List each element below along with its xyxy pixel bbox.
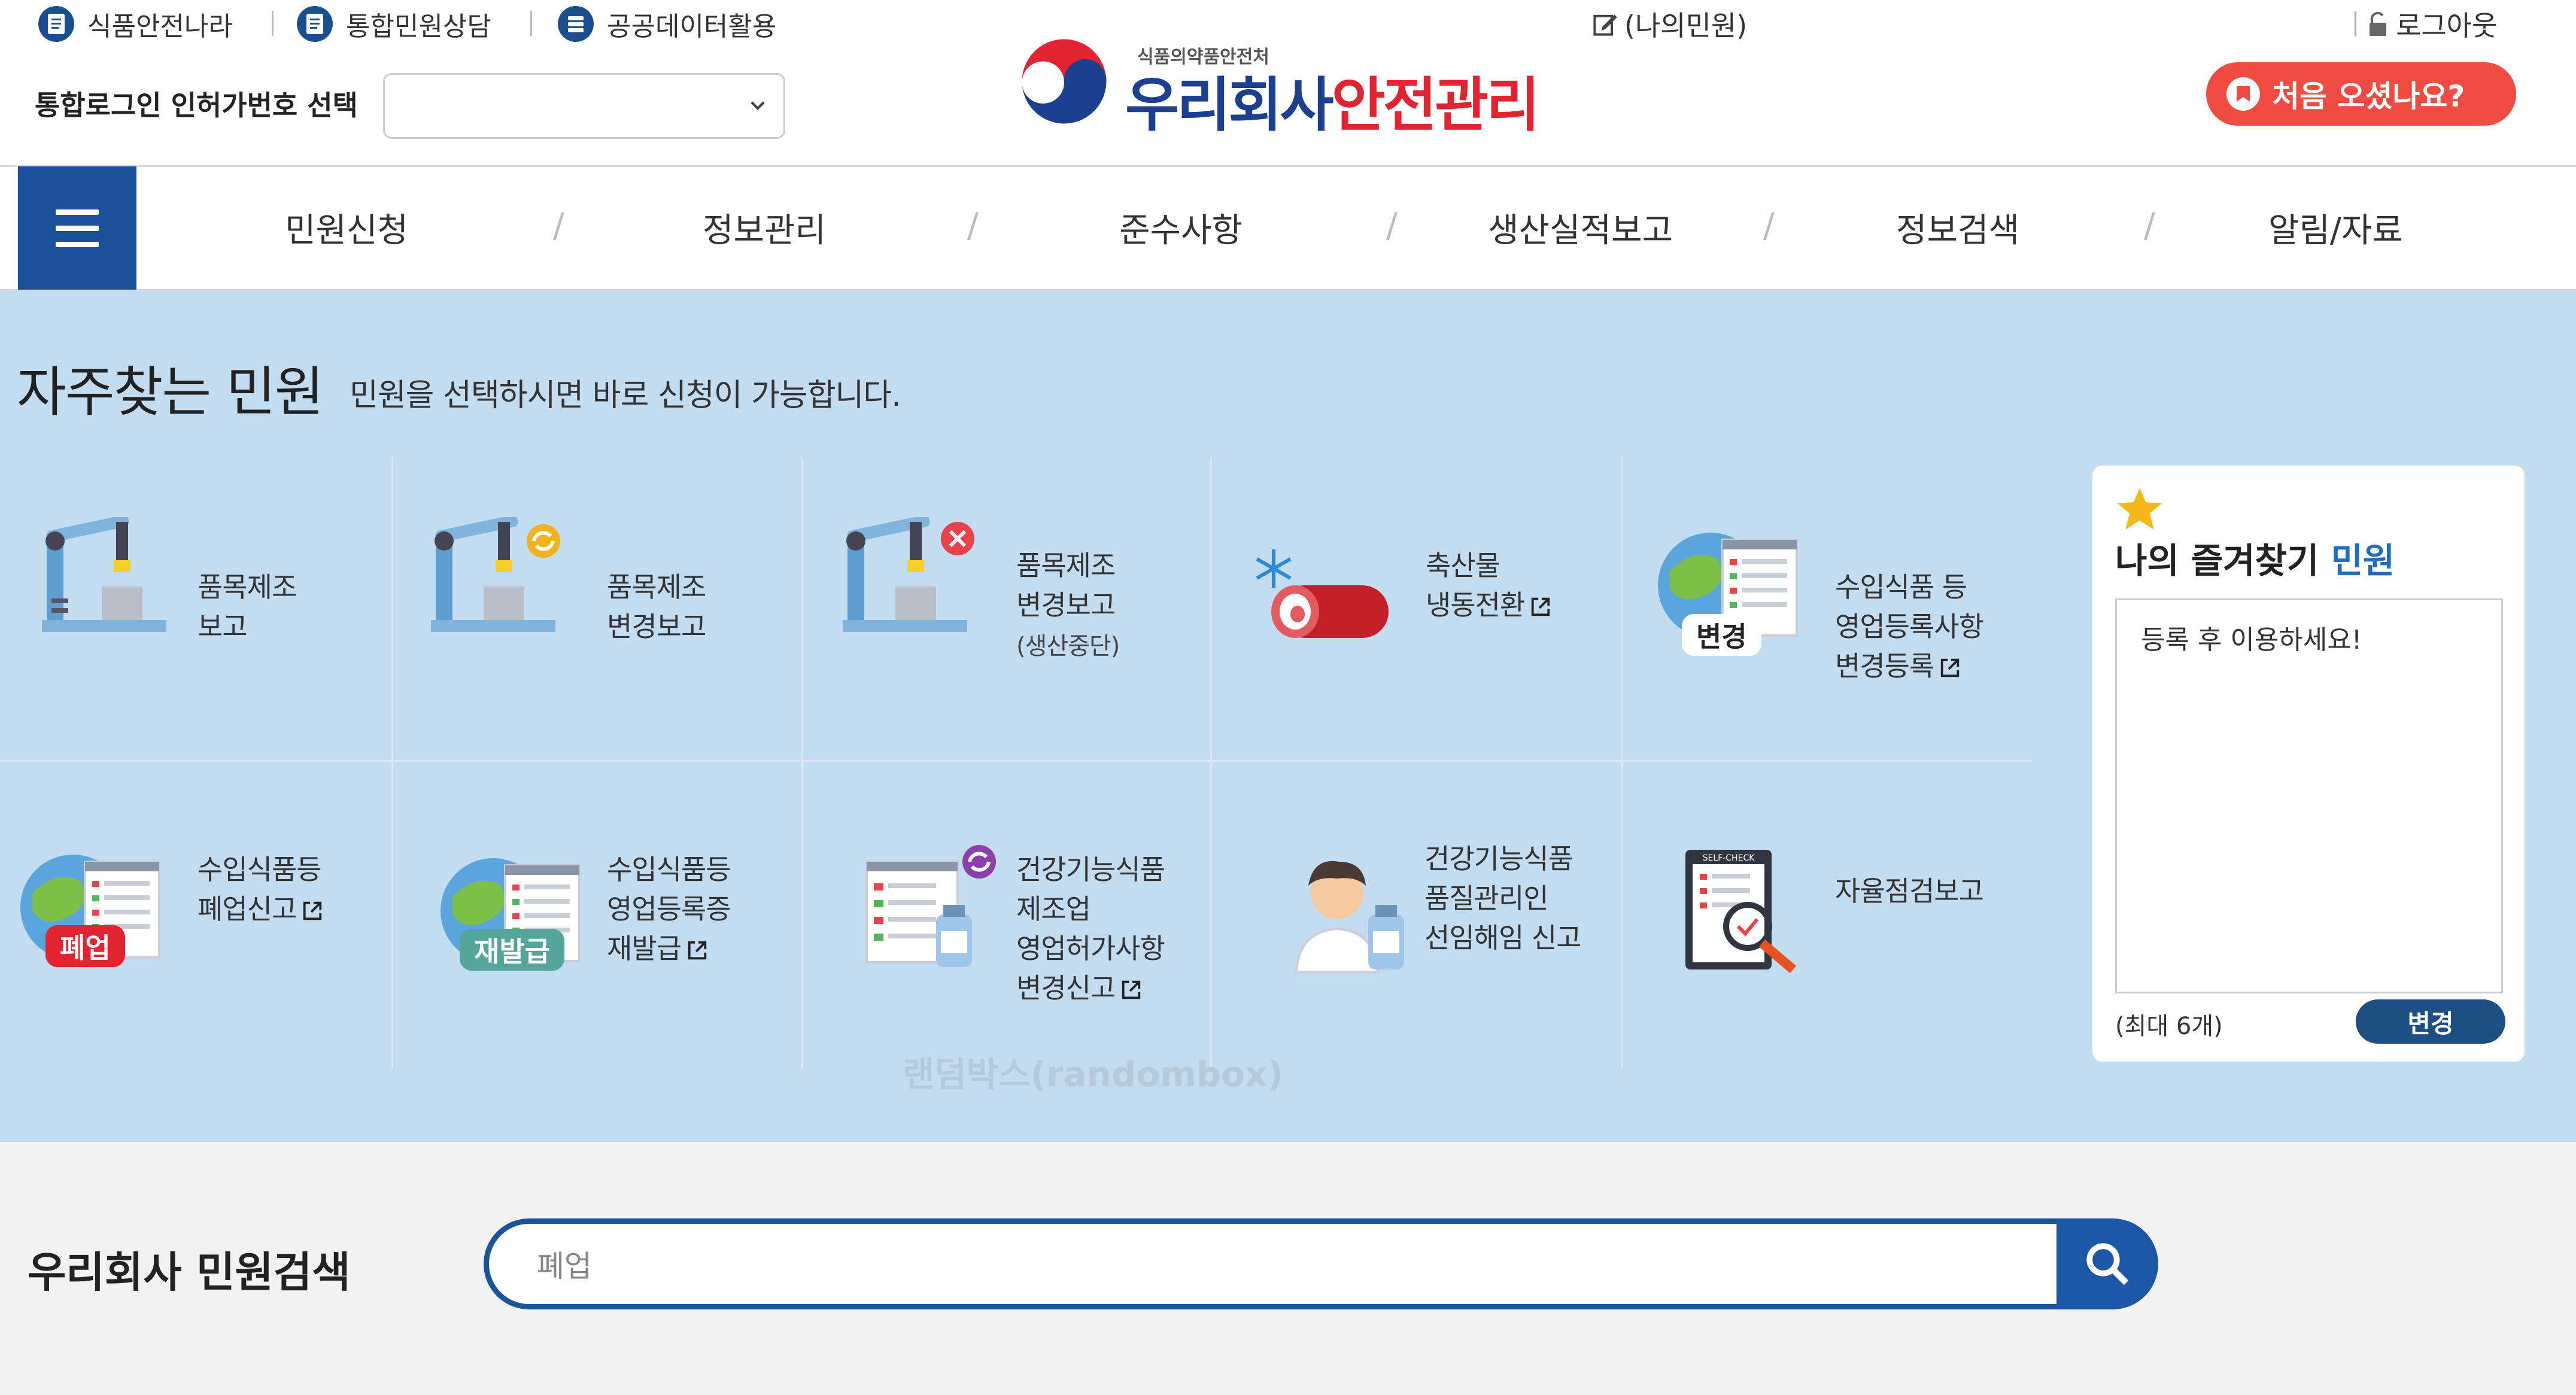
favorites-title-main: 나의 즐겨찾기 (2115, 540, 2319, 581)
favorites-max-note: (최대 6개) (2115, 1013, 2223, 1040)
tile-label: 수입식품등 영업등록증 재발급 (607, 850, 731, 968)
nav-info-search[interactable]: 정보검색 (1896, 203, 2019, 252)
tile-import-reg-change[interactable]: 변경 수입식품 등 영업등록사항 변경등록 (1622, 457, 2031, 760)
integrated-consult-label: 통합민원상담 (346, 11, 491, 42)
first-visit-label: 처음 오셨나요? (2272, 79, 2465, 114)
chevron-down-icon (751, 101, 765, 111)
tile-label: 수입식품 등 영업등록사항 변경등록 (1835, 567, 1984, 686)
favorites-change-button[interactable]: 변경 (2356, 999, 2505, 1044)
public-data-link[interactable]: 공공데이터활용 (558, 5, 776, 43)
my-civil-link[interactable]: (나의민원) (1592, 5, 1747, 43)
search-input-value: 폐업 (537, 1249, 592, 1284)
nav-notice-data[interactable]: 알림/자료 (2268, 203, 2403, 252)
favorites-title: 나의 즐겨찾기 민원 (2115, 533, 2395, 583)
person-bottle-icon (1295, 861, 1404, 973)
logout-link[interactable]: 로그아웃 (2355, 5, 2497, 43)
tile-health-food-change[interactable]: 건강기능식품 제조업 영업허가사항 변경신고 (802, 761, 1210, 1069)
favorites-list: 등록 후 이용하세요! (2115, 598, 2503, 993)
first-visit-button[interactable]: 처음 오셨나요? (2206, 62, 2516, 126)
nav-divider: / (1763, 206, 1775, 245)
closure-badge: 폐업 (45, 925, 125, 967)
favorites-hint: 등록 후 이용하세요! (2141, 625, 2362, 655)
external-link-icon (1941, 658, 1960, 677)
tile-label: 건강기능식품 품질관리인 선임해임 신고 (1424, 843, 1582, 954)
database-icon (558, 6, 594, 42)
login-select-label: 통합로그인 인허가번호 선택 (35, 89, 358, 121)
tile-import-closure[interactable]: 폐업 수입식품등 폐업신고 (0, 761, 391, 1069)
robot-arm-stop-icon (843, 517, 974, 632)
external-link-icon (1532, 597, 1550, 616)
section-subtitle: 민원을 선택하시면 바로 신청이 가능합니다. (350, 378, 901, 414)
menu-hamburger-icon[interactable] (18, 166, 136, 290)
nav-divider: / (1386, 206, 1398, 245)
document-bottle-refresh-icon (865, 845, 996, 967)
robot-arm-refresh-icon (431, 517, 560, 632)
favorites-title-accent: 민원 (2331, 540, 2395, 581)
tile-livestock-freeze[interactable]: 축산물 냉동전환 (1211, 457, 1621, 760)
nav-civil-apply[interactable]: 민원신청 (285, 203, 408, 252)
tile-item-change-report[interactable]: 품목제조 변경보고 (393, 457, 801, 760)
nav-info-manage[interactable]: 정보관리 (703, 203, 826, 252)
public-data-label: 공공데이터활용 (607, 11, 777, 42)
divider (530, 11, 532, 36)
tile-label: 수입식품등 폐업신고 (198, 850, 324, 929)
logo-title-red: 안전관리 (1331, 71, 1541, 139)
external-link-icon (303, 901, 322, 920)
tile-label: 축산물 냉동전환 (1426, 546, 1552, 625)
search-button[interactable] (2056, 1218, 2158, 1309)
nav-divider: / (553, 206, 564, 245)
tile-label: 품목제조 보고 (198, 571, 297, 643)
self-check-clipboard-icon: SELF-CHECK (1685, 850, 1797, 974)
document-icon (38, 6, 74, 42)
tile-label: 품목제조 변경보고 (생산중단) (1016, 546, 1120, 666)
nav-divider: / (2144, 206, 2155, 245)
tile-label: 품목제조 변경보고 (607, 571, 706, 643)
frozen-meat-icon (1256, 549, 1389, 638)
watermark: 랜덤박스(randombox) (903, 1054, 1284, 1095)
tile-label: 자율점검보고 (1835, 875, 1984, 907)
external-link-icon (688, 941, 707, 960)
self-check-icon-text: SELF-CHECK (1703, 853, 1755, 863)
tile-item-report[interactable]: 품목제조 보고 (0, 457, 391, 760)
site-logo-title[interactable]: 우리회사안전관리 (1125, 57, 1541, 142)
section-title: 자주찾는 민원 (17, 361, 324, 424)
tile-label-sub: (생산중단) (1016, 633, 1120, 660)
logout-label: 로그아웃 (2396, 10, 2498, 42)
change-badge: 변경 (1682, 614, 1761, 656)
robot-arm-icon (42, 517, 166, 632)
my-civil-label: (나의민원) (1624, 10, 1748, 42)
star-icon (2117, 488, 2162, 530)
divider (2355, 11, 2356, 37)
lock-icon (2370, 11, 2386, 36)
nav-production-report[interactable]: 생산실적보고 (1488, 203, 1673, 252)
document-icon (297, 6, 333, 42)
bookmark-icon (2226, 77, 2260, 111)
integrated-consult-link[interactable]: 통합민원상담 (297, 5, 491, 43)
nav-divider: / (967, 206, 979, 245)
divider (272, 11, 274, 36)
tile-item-change-stop[interactable]: 품목제조 변경보고 (생산중단) (802, 457, 1210, 760)
tile-label-main: 품목제조 변경보고 (1016, 549, 1116, 621)
reissue-badge: 재발급 (460, 929, 564, 971)
external-link-icon (1122, 980, 1141, 999)
search-title: 우리회사 민원검색 (28, 1248, 351, 1297)
logo-title-blue: 우리회사 (1125, 71, 1334, 139)
tile-import-reissue[interactable]: 재발급 수입식품등 영업등록증 재발급 (393, 761, 801, 1069)
nav-compliance[interactable]: 준수사항 (1119, 203, 1243, 252)
civil-search-input[interactable]: 폐업 (484, 1218, 2064, 1309)
food-safety-korea-link[interactable]: 식품안전나라 (38, 5, 233, 43)
food-safety-korea-label: 식품안전나라 (87, 11, 233, 42)
tile-quality-manager[interactable]: 건강기능식품 품질관리인 선임해임 신고 (1211, 761, 1621, 1069)
tile-label-main: 수입식품등 영업등록증 재발급 (607, 853, 731, 965)
license-number-select[interactable] (383, 73, 785, 139)
tile-self-check[interactable]: SELF-CHECK 자율점검보고 (1622, 761, 2031, 1069)
search-icon (2086, 1243, 2129, 1285)
tile-label-main: 축산물 냉동전환 (1426, 549, 1525, 621)
favorites-panel: 나의 즐겨찾기 민원 등록 후 이용하세요! (최대 6개) 변경 (2092, 466, 2525, 1062)
taegeuk-logo-icon (1013, 31, 1115, 132)
tile-label: 건강기능식품 제조업 영업허가사항 변경신고 (1016, 850, 1165, 1008)
edit-icon (1593, 14, 1617, 36)
